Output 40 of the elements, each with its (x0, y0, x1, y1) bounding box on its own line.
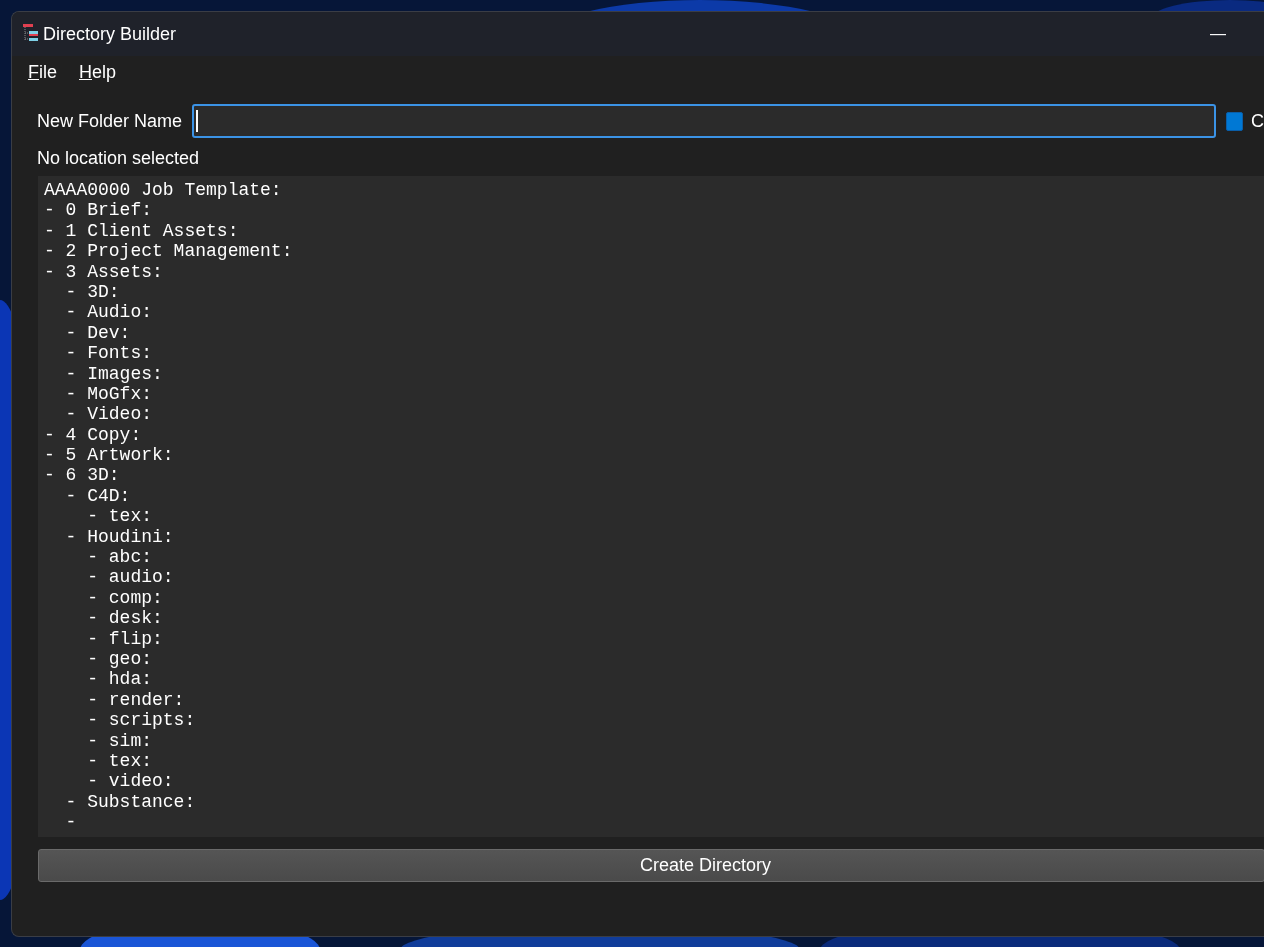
template-line: - 1 Client Assets: (44, 220, 239, 241)
create-directory-button[interactable]: Create Directory (38, 849, 1264, 882)
checkbox-label: C (1251, 109, 1264, 133)
template-line: - 6 3D: (44, 465, 120, 486)
location-label: No location selected (37, 147, 200, 170)
window-title: Directory Builder (43, 22, 177, 46)
minimize-button[interactable]: — (1210, 22, 1226, 46)
template-line: - MoGfx: (65, 383, 152, 404)
template-line: - render: (87, 689, 185, 710)
template-line: - 3D: (65, 281, 120, 302)
template-line: - tex: (87, 506, 152, 527)
template-line: - Fonts: (65, 343, 152, 364)
template-line: - audio: (87, 567, 174, 588)
template-line: - abc: (87, 547, 152, 568)
template-line: - Video: (65, 404, 152, 425)
menu-item[interactable]: Help (79, 58, 117, 86)
template-line: - flip: (87, 628, 163, 649)
template-line: AAAA0000 Job Template: (44, 180, 282, 200)
template-line: - 4 Copy: (44, 424, 142, 445)
template-line: - 5 Artwork: (44, 445, 174, 466)
field-label: New Folder Name (37, 109, 183, 133)
template-line: - sim: (87, 730, 152, 751)
template-line: - hda: (87, 669, 152, 690)
template-line: - 2 Project Management: (44, 241, 293, 262)
template-line: - C4D: (65, 485, 131, 506)
template-line: - (65, 812, 77, 833)
template-line: - tex: (87, 750, 152, 771)
menu-item[interactable]: File (28, 58, 57, 86)
template-line: - Images: (65, 363, 163, 384)
template-line: - Audio: (65, 302, 152, 323)
template-line: - comp: (87, 587, 163, 608)
template-line: - Houdini: (65, 526, 174, 547)
template-line: - scripts: (87, 710, 196, 731)
template-line: - 0 Brief: (44, 200, 153, 221)
template-line: - video: (87, 771, 174, 792)
template-line: - geo: (87, 649, 152, 669)
template-line: - Dev: (65, 322, 131, 343)
template-line: - desk: (87, 608, 163, 629)
template-line: - 3 Assets: (44, 261, 163, 282)
template-line: - Substance: (65, 791, 196, 812)
